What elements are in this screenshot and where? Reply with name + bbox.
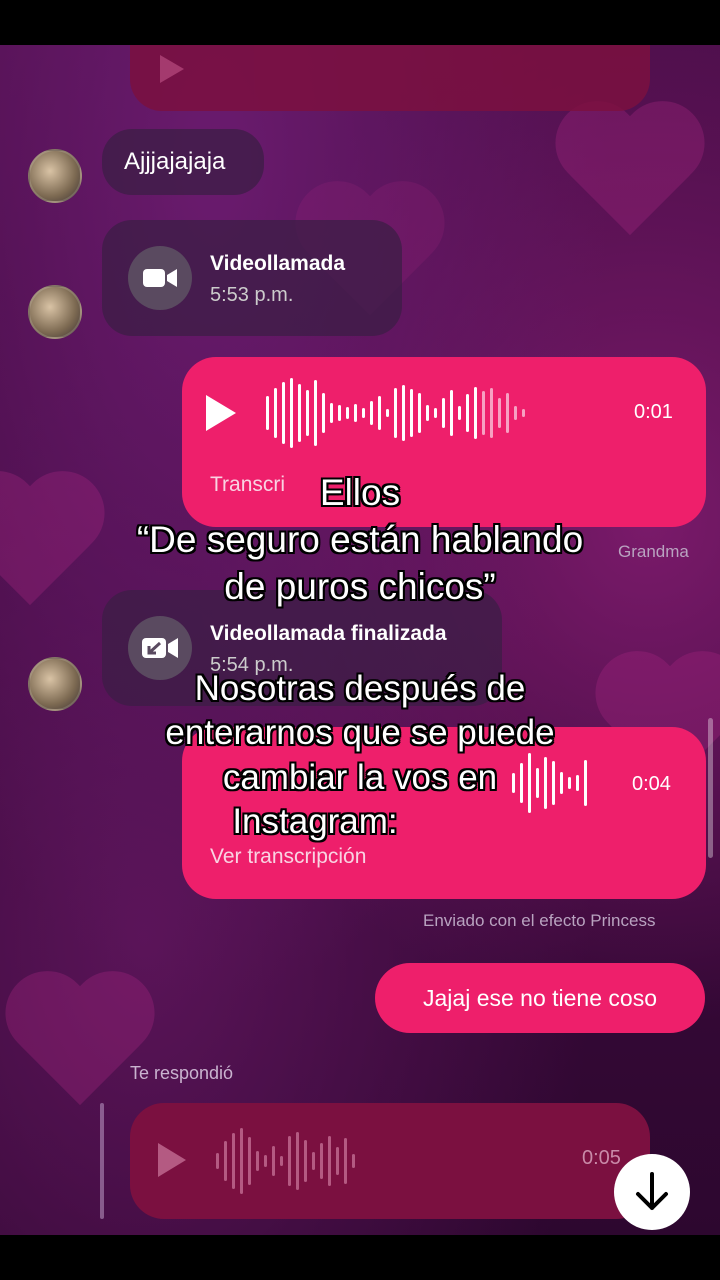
call-title: Videollamada finalizada bbox=[210, 622, 447, 645]
voice-duration: 0:01 bbox=[634, 401, 673, 423]
caption-line: enterarnos que se puede bbox=[165, 713, 555, 753]
reply-line bbox=[100, 1103, 104, 1219]
call-time: 5:53 p.m. bbox=[210, 284, 294, 306]
avatar[interactable] bbox=[28, 149, 82, 203]
caption-block-top: Ellos “De seguro están hablando de puros… bbox=[0, 470, 720, 611]
play-icon[interactable] bbox=[206, 395, 236, 431]
caption-line: Instagram: bbox=[232, 802, 398, 842]
caption-line: de puros chicos” bbox=[224, 565, 496, 607]
message-text: Jajaj ese no tiene coso bbox=[423, 984, 657, 1011]
waveform bbox=[216, 1121, 355, 1201]
call-title: Videollamada bbox=[210, 252, 346, 275]
waveform bbox=[266, 373, 525, 453]
video-call-bubble[interactable]: Videollamada 5:53 p.m. bbox=[102, 220, 402, 336]
caption-line: cambiar la vos en bbox=[222, 757, 498, 797]
caption-line: “De seguro están hablando bbox=[136, 518, 584, 560]
voice-duration: 0:05 bbox=[582, 1147, 621, 1169]
message-text: Ajjjajajaja bbox=[124, 148, 226, 175]
message-bubble[interactable]: Ajjjajajaja bbox=[102, 129, 264, 195]
caption-block-bottom: Nosotras después de enterarnos que se pu… bbox=[0, 667, 720, 845]
play-icon[interactable] bbox=[158, 1143, 186, 1177]
play-icon[interactable] bbox=[160, 55, 184, 83]
avatar[interactable] bbox=[28, 285, 82, 339]
voice-message-partial[interactable] bbox=[130, 45, 650, 111]
voice-message-reply[interactable]: 0:05 bbox=[130, 1103, 650, 1219]
chat-screen: Ajjjajajaja Videollamada 5:53 p.m. 0:01 … bbox=[0, 45, 720, 1235]
caption-title: Ellos bbox=[319, 472, 401, 513]
caption-line: Nosotras después de bbox=[194, 669, 526, 708]
scroll-to-bottom-button[interactable] bbox=[614, 1154, 690, 1230]
reply-label: Te respondió bbox=[130, 1063, 234, 1083]
arrow-down-icon bbox=[636, 1172, 668, 1210]
video-camera-icon bbox=[128, 246, 192, 310]
heart-decoration bbox=[10, 975, 150, 1115]
transcript-link[interactable]: Ver transcripción bbox=[210, 845, 366, 869]
heart-decoration bbox=[560, 105, 700, 245]
voice-meta: Enviado con el efecto Princess bbox=[423, 911, 656, 930]
sent-message-bubble[interactable]: Jajaj ese no tiene coso bbox=[375, 963, 705, 1033]
